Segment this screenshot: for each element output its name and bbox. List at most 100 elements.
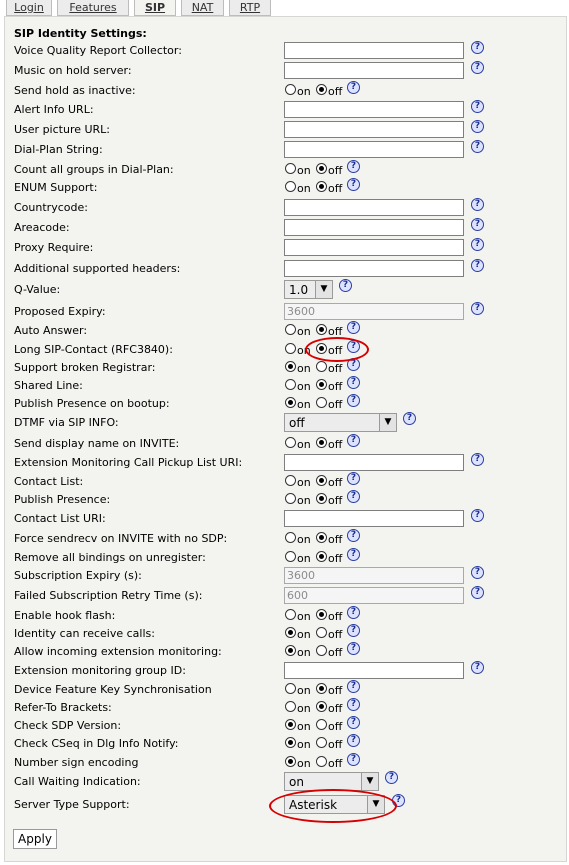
help-icon[interactable]: ?: [347, 716, 360, 729]
radio-off[interactable]: [316, 645, 327, 656]
radio-off[interactable]: [316, 627, 327, 638]
radio-off[interactable]: [316, 163, 327, 174]
help-icon[interactable]: ?: [471, 218, 484, 231]
additional-supported-headers-input[interactable]: [284, 260, 464, 277]
help-icon[interactable]: ?: [347, 321, 360, 334]
radio-off[interactable]: [316, 181, 327, 192]
proxy-require-input[interactable]: [284, 239, 464, 256]
chevron-down-icon[interactable]: ▼: [367, 796, 384, 813]
tab-features[interactable]: Features: [57, 0, 129, 16]
radio-off[interactable]: [316, 324, 327, 335]
help-icon[interactable]: ?: [471, 302, 484, 315]
tab-nat[interactable]: NAT: [181, 0, 224, 16]
help-icon[interactable]: ?: [347, 434, 360, 447]
radio-on[interactable]: [285, 84, 296, 95]
dtmf-via-sip-info-select[interactable]: off ▼: [284, 413, 397, 432]
voice-quality-report-collector-input[interactable]: [284, 42, 464, 59]
help-icon[interactable]: ?: [471, 509, 484, 522]
radio-on[interactable]: [285, 532, 296, 543]
countrycode-input[interactable]: [284, 199, 464, 216]
help-icon[interactable]: ?: [471, 41, 484, 54]
radio-on[interactable]: [285, 627, 296, 638]
radio-off[interactable]: [316, 437, 327, 448]
chevron-down-icon[interactable]: ▼: [379, 414, 396, 431]
help-icon[interactable]: ?: [347, 160, 360, 173]
help-icon[interactable]: ?: [347, 624, 360, 637]
radio-off[interactable]: [316, 532, 327, 543]
music-on-hold-server-input[interactable]: [284, 62, 464, 79]
help-icon[interactable]: ?: [471, 661, 484, 674]
radio-on[interactable]: [285, 737, 296, 748]
extension-monitoring-group-id-input[interactable]: [284, 662, 464, 679]
help-icon[interactable]: ?: [471, 566, 484, 579]
radio-off[interactable]: [316, 397, 327, 408]
radio-on[interactable]: [285, 379, 296, 390]
failed-subscription-retry-time-s-input[interactable]: 600: [284, 587, 464, 604]
help-icon[interactable]: ?: [347, 698, 360, 711]
radio-off[interactable]: [316, 361, 327, 372]
q-value-select[interactable]: 1.0 ▼: [284, 280, 333, 299]
radio-off[interactable]: [316, 84, 327, 95]
help-icon[interactable]: ?: [392, 794, 405, 807]
apply-button[interactable]: Apply: [13, 829, 57, 849]
chevron-down-icon[interactable]: ▼: [315, 281, 332, 298]
help-icon[interactable]: ?: [347, 340, 360, 353]
areacode-input[interactable]: [284, 219, 464, 236]
help-icon[interactable]: ?: [347, 548, 360, 561]
help-icon[interactable]: ?: [347, 178, 360, 191]
help-icon[interactable]: ?: [471, 238, 484, 251]
radio-on[interactable]: [285, 609, 296, 620]
proposed-expiry-input[interactable]: 3600: [284, 303, 464, 320]
help-icon[interactable]: ?: [347, 606, 360, 619]
radio-off[interactable]: [316, 551, 327, 562]
user-picture-url-input[interactable]: [284, 121, 464, 138]
contact-list-uri-input[interactable]: [284, 510, 464, 527]
help-icon[interactable]: ?: [347, 81, 360, 94]
radio-off[interactable]: [316, 379, 327, 390]
help-icon[interactable]: ?: [471, 259, 484, 272]
radio-off[interactable]: [316, 756, 327, 767]
radio-on[interactable]: [285, 361, 296, 372]
help-icon[interactable]: ?: [347, 734, 360, 747]
help-icon[interactable]: ?: [347, 753, 360, 766]
help-icon[interactable]: ?: [347, 642, 360, 655]
help-icon[interactable]: ?: [471, 198, 484, 211]
radio-on[interactable]: [285, 324, 296, 335]
radio-on[interactable]: [285, 397, 296, 408]
dial-plan-string-input[interactable]: [284, 141, 464, 158]
radio-off[interactable]: [316, 475, 327, 486]
help-icon[interactable]: ?: [471, 586, 484, 599]
help-icon[interactable]: ?: [347, 490, 360, 503]
help-icon[interactable]: ?: [347, 358, 360, 371]
help-icon[interactable]: ?: [347, 472, 360, 485]
radio-off[interactable]: [316, 683, 327, 694]
radio-off[interactable]: [316, 737, 327, 748]
help-icon[interactable]: ?: [347, 529, 360, 542]
help-icon[interactable]: ?: [347, 680, 360, 693]
radio-on[interactable]: [285, 437, 296, 448]
radio-on[interactable]: [285, 493, 296, 504]
help-icon[interactable]: ?: [471, 120, 484, 133]
tab-rtp[interactable]: RTP: [229, 0, 271, 16]
radio-off[interactable]: [316, 343, 327, 354]
radio-on[interactable]: [285, 756, 296, 767]
alert-info-url-input[interactable]: [284, 101, 464, 118]
help-icon[interactable]: ?: [339, 279, 352, 292]
help-icon[interactable]: ?: [403, 412, 416, 425]
chevron-down-icon[interactable]: ▼: [361, 773, 378, 790]
subscription-expiry-s-input[interactable]: 3600: [284, 567, 464, 584]
server-type-support-select[interactable]: Asterisk ▼: [284, 795, 385, 814]
radio-off[interactable]: [316, 493, 327, 504]
call-waiting-indication-select[interactable]: on ▼: [284, 772, 379, 791]
help-icon[interactable]: ?: [471, 453, 484, 466]
radio-off[interactable]: [316, 609, 327, 620]
radio-off[interactable]: [316, 701, 327, 712]
radio-on[interactable]: [285, 163, 296, 174]
help-icon[interactable]: ?: [471, 61, 484, 74]
radio-on[interactable]: [285, 701, 296, 712]
help-icon[interactable]: ?: [347, 376, 360, 389]
radio-on[interactable]: [285, 181, 296, 192]
radio-on[interactable]: [285, 719, 296, 730]
radio-on[interactable]: [285, 475, 296, 486]
tab-sip[interactable]: SIP: [134, 0, 176, 16]
